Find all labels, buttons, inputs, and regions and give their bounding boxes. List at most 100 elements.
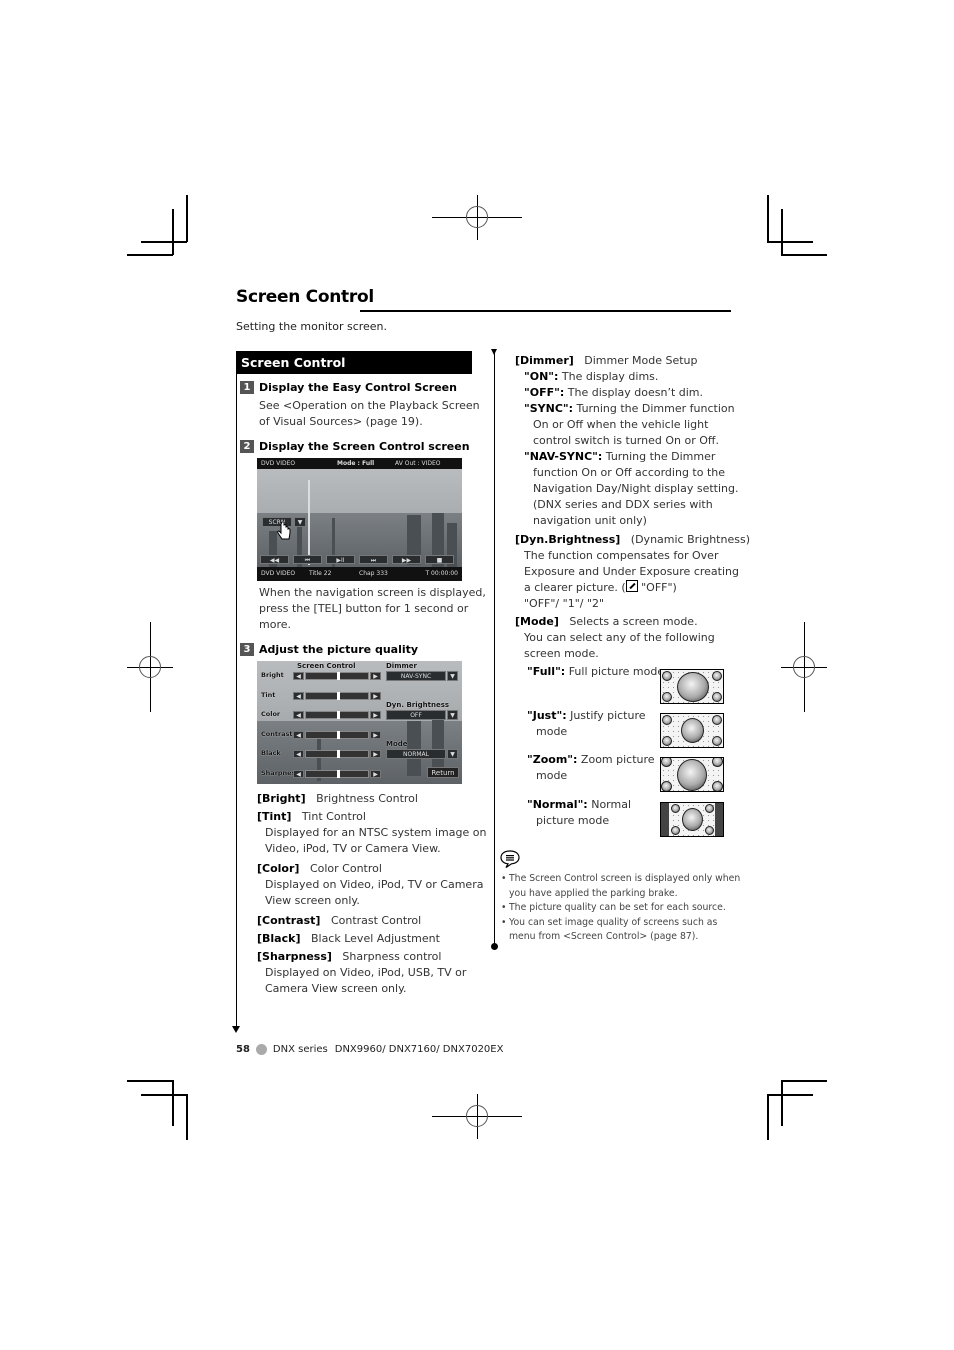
dyn-brightness-text-start: a clearer picture. ( bbox=[524, 581, 626, 594]
decrease-button[interactable]: ◀ bbox=[293, 730, 304, 739]
dimmer-option: "ON": The display dims. bbox=[524, 369, 658, 385]
option-text: The display dims. bbox=[561, 370, 659, 383]
option-text: (DNX series and DDX series with bbox=[533, 498, 713, 511]
increase-button[interactable]: ▶ bbox=[370, 691, 381, 700]
note-text: menu from <Screen Control> (page 87). bbox=[509, 931, 699, 942]
slider-knob[interactable] bbox=[336, 730, 340, 739]
decrease-button[interactable]: ◀ bbox=[293, 711, 304, 719]
increase-button[interactable]: ▶ bbox=[370, 672, 381, 680]
option-text: Turning the Dimmer function bbox=[576, 402, 735, 415]
dimmer-dropdown-button[interactable]: ▼ bbox=[447, 671, 458, 681]
decrease-button[interactable]: ◀ bbox=[293, 672, 304, 680]
dimmer-option: function On or Off according to the bbox=[533, 465, 725, 481]
dimmer-option: "SYNC": Turning the Dimmer function bbox=[524, 401, 735, 417]
slider-track[interactable] bbox=[305, 691, 369, 700]
screen-control-heading: Screen Control bbox=[297, 662, 356, 670]
mode-dropdown-button[interactable]: ▼ bbox=[447, 749, 458, 759]
setting-term: [Sharpness] bbox=[257, 950, 332, 963]
option-key: "NAV-SYNC": bbox=[524, 450, 603, 463]
mode-value[interactable]: NORMAL bbox=[386, 749, 446, 759]
option-text: Turning the Dimmer bbox=[605, 450, 716, 463]
dimmer-desc: Dimmer Mode Setup bbox=[584, 354, 698, 367]
dimmer-term: [Dimmer] bbox=[515, 354, 574, 367]
option-text: picture mode bbox=[536, 814, 610, 827]
step-2-text: press the [TEL] button for 1 second or bbox=[259, 602, 469, 615]
decrease-button[interactable]: ◀ bbox=[293, 769, 304, 778]
source-label: DVD VIDEO bbox=[261, 460, 296, 467]
setting-item: [Black] Black Level Adjustment bbox=[257, 931, 440, 947]
dimmer-option: control switch is turned On or Off. bbox=[533, 433, 719, 449]
screen-control-screenshot: Screen Control Bright ◀ ▶ Tint ◀ ▶ Color ◀ ▶ Cont… bbox=[257, 661, 462, 784]
slider-knob[interactable] bbox=[336, 691, 340, 700]
slider-knob[interactable] bbox=[336, 769, 340, 778]
mode-option: "Just": Justify picture bbox=[527, 708, 646, 724]
mode-term: [Mode] bbox=[515, 615, 559, 628]
dyn-brightness-value[interactable]: OFF bbox=[386, 710, 446, 720]
scrn-dropdown-button[interactable]: ▼ bbox=[294, 517, 306, 527]
increase-button[interactable]: ▶ bbox=[370, 750, 381, 758]
setting-term: [Bright] bbox=[257, 792, 306, 805]
av-out-readout: AV Out : VIDEO bbox=[395, 460, 441, 467]
dyn-brightness-label: Dyn. Brightness bbox=[386, 701, 450, 709]
option-key: "SYNC": bbox=[524, 402, 574, 415]
option-text: Justify picture bbox=[570, 709, 646, 722]
rewind-button[interactable]: ◀◀ bbox=[260, 555, 289, 564]
option-text: mode bbox=[536, 725, 568, 738]
decrease-button[interactable]: ◀ bbox=[293, 691, 304, 700]
note-text: The picture quality can be set for each … bbox=[509, 902, 726, 913]
setting-desc: Black Level Adjustment bbox=[310, 932, 440, 945]
option-key: "ON": bbox=[524, 370, 559, 383]
slider-knob[interactable] bbox=[336, 672, 340, 680]
slider-track[interactable] bbox=[305, 769, 369, 778]
mode-option: mode bbox=[536, 724, 567, 740]
mode-text: You can select any of the following bbox=[524, 631, 715, 644]
option-text: navigation unit only) bbox=[533, 514, 647, 527]
option-key: "Full": bbox=[527, 665, 566, 678]
dimmer-option: "OFF": The display doesn’t dim. bbox=[524, 385, 703, 401]
dimmer-value[interactable]: NAV-SYNC bbox=[386, 671, 446, 681]
source-label: DVD VIDEO bbox=[261, 570, 296, 577]
setting-item: [Bright] Brightness Control bbox=[257, 791, 418, 807]
slider-label: Bright bbox=[261, 671, 284, 679]
previous-button[interactable]: ⏮ bbox=[293, 555, 322, 564]
step-title: Adjust the picture quality bbox=[259, 643, 419, 656]
increase-button[interactable]: ▶ bbox=[370, 769, 381, 778]
next-button[interactable]: ⏭ bbox=[359, 555, 388, 564]
slider-label: Color bbox=[261, 710, 281, 718]
return-button[interactable]: Return bbox=[427, 767, 459, 778]
slider-knob[interactable] bbox=[336, 750, 340, 758]
dyn-brightness-dropdown-button[interactable]: ▼ bbox=[447, 710, 458, 720]
setting-term: [Contrast] bbox=[257, 914, 321, 927]
setting-detail: Video, iPod, TV or Camera View. bbox=[265, 842, 441, 855]
play-pause-button[interactable]: ▶II bbox=[326, 555, 355, 564]
just-mode-illustration bbox=[660, 713, 724, 748]
title-rule bbox=[360, 310, 731, 312]
fast-forward-button[interactable]: ▶▶ bbox=[392, 555, 421, 564]
setting-detail: Camera View screen only. bbox=[265, 982, 407, 995]
step-1-text: See <Operation on the Playback Screen bbox=[259, 399, 480, 412]
page-number: 58 bbox=[236, 1044, 250, 1055]
slider-track[interactable] bbox=[305, 711, 369, 719]
setting-desc: Color Control bbox=[309, 862, 382, 875]
setting-desc: Tint Control bbox=[301, 810, 366, 823]
option-text: mode bbox=[536, 769, 568, 782]
easy-control-screenshot: DVD VIDEO Mode : Full AV Out : VIDEO SCR… bbox=[257, 458, 462, 581]
increase-button[interactable]: ▶ bbox=[370, 711, 381, 719]
street-lamp bbox=[308, 480, 310, 565]
mode-heading: [Mode] Selects a screen mode. bbox=[515, 614, 698, 630]
slider-knob[interactable] bbox=[336, 711, 340, 719]
mode-option: "Zoom": Zoom picture bbox=[527, 752, 655, 768]
footer-dot-icon bbox=[255, 1044, 267, 1055]
mode-option: "Full": Full picture mode bbox=[527, 664, 664, 680]
setting-detail: Displayed on Video, iPod, TV or Camera bbox=[265, 878, 484, 891]
dyn-brightness-term: [Dyn.Brightness] bbox=[515, 533, 621, 546]
increase-button[interactable]: ▶ bbox=[370, 730, 381, 739]
stop-button[interactable]: ■ bbox=[425, 555, 454, 564]
option-key: "Just": bbox=[527, 709, 567, 722]
step-2-text: When the navigation screen is displayed, bbox=[259, 586, 486, 599]
slider-track[interactable] bbox=[305, 750, 369, 758]
decrease-button[interactable]: ◀ bbox=[293, 750, 304, 758]
slider-track[interactable] bbox=[305, 730, 369, 739]
note-icon bbox=[499, 849, 521, 869]
slider-track[interactable] bbox=[305, 672, 369, 680]
